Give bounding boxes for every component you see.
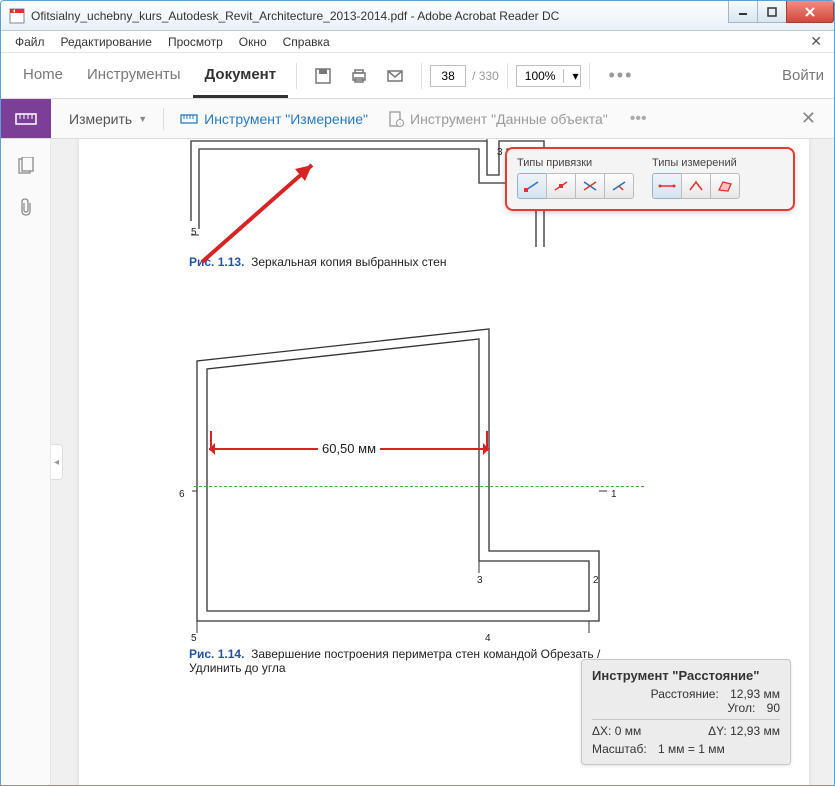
fig2-label-3: 3 (477, 575, 483, 586)
snap-perpendicular-button[interactable] (604, 173, 634, 199)
app-window: Ofitsialny_uchebny_kurs_Autodesk_Revit_A… (0, 0, 835, 786)
snap-endpoint-button[interactable] (517, 173, 547, 199)
menubar: Файл Редактирование Просмотр Окно Справк… (1, 31, 834, 53)
tool-category-icon[interactable] (1, 99, 51, 138)
zoom-dropdown[interactable]: 100% ▾ (516, 65, 582, 87)
mail-icon[interactable] (381, 62, 409, 90)
measure-group-label: Типы измерений (652, 157, 740, 169)
measurement-tool-button[interactable]: Инструмент "Измерение" (170, 111, 378, 127)
minimize-button[interactable] (728, 1, 758, 23)
snap-types-panel[interactable]: Типы привязки Типы измерений (505, 147, 795, 211)
svg-text:i: i (399, 121, 400, 127)
toolbar-divider (296, 63, 297, 89)
fig1-label-3: 3 (497, 147, 503, 158)
fig1-label-5: 5 (191, 227, 197, 238)
fig2-label-5: 5 (191, 633, 197, 644)
ruler-icon (180, 113, 198, 125)
chevron-down-icon: ▾ (563, 69, 580, 83)
toolbar-divider (507, 63, 508, 89)
snap-intersection-button[interactable] (575, 173, 605, 199)
snap-midpoint-button[interactable] (546, 173, 576, 199)
measure-distance-button[interactable] (652, 173, 682, 199)
menu-help[interactable]: Справка (275, 35, 338, 49)
info-title: Инструмент "Расстояние" (592, 668, 780, 683)
measurement-value: 60,50 мм (318, 441, 380, 456)
chevron-down-icon: ▼ (138, 114, 147, 124)
thumbnails-icon[interactable] (17, 157, 35, 180)
measure-subbar: Измерить ▼ Инструмент "Измерение" i Инст… (51, 99, 834, 138)
document-info-icon: i (388, 111, 404, 127)
measurement-annotation: 60,50 мм (209, 441, 489, 456)
object-data-tool-button[interactable]: i Инструмент "Данные объекта" (378, 111, 618, 127)
figure-1-14-drawing (189, 321, 609, 641)
pdf-app-icon (9, 8, 25, 24)
toolbar-divider (589, 63, 590, 89)
rail-collapse-handle[interactable]: ◂ (51, 444, 63, 480)
measure-dropdown[interactable]: Измерить ▼ (59, 111, 157, 127)
fig2-label-1: 1 (611, 489, 617, 500)
measure-toolbar: Измерить ▼ Инструмент "Измерение" i Инст… (1, 99, 834, 139)
fig2-label-2: 2 (593, 575, 599, 586)
tab-home[interactable]: Home (11, 53, 75, 98)
attachments-icon[interactable] (18, 198, 34, 221)
document-close-icon[interactable]: ✕ (804, 33, 828, 50)
main-toolbar: Home Инструменты Документ / 330 100% ▾ •… (1, 53, 834, 99)
snap-guide-line (194, 486, 644, 487)
snap-group-label: Типы привязки (517, 157, 634, 169)
fig2-label-6: 6 (179, 489, 185, 500)
figure-1-13-drawing (189, 139, 549, 247)
content-area: ◂ 3 2 5 Рис. 1.13. Зеркальная копия выбр… (1, 139, 834, 785)
measure-area-button[interactable] (710, 173, 740, 199)
measurement-info-box: Инструмент "Расстояние" Расстояние: 12,9… (581, 659, 791, 765)
maximize-button[interactable] (757, 1, 787, 23)
close-button[interactable] (786, 1, 834, 23)
window-title: Ofitsialny_uchebny_kurs_Autodesk_Revit_A… (31, 9, 729, 23)
left-nav-rail (1, 139, 51, 785)
print-icon[interactable] (345, 62, 373, 90)
measure-perimeter-button[interactable] (681, 173, 711, 199)
more-menu[interactable]: ••• (630, 110, 647, 128)
tab-tools[interactable]: Инструменты (75, 53, 193, 98)
zoom-value: 100% (517, 69, 564, 83)
page-number-input[interactable] (430, 65, 466, 87)
titlebar: Ofitsialny_uchebny_kurs_Autodesk_Revit_A… (1, 1, 834, 31)
login-link[interactable]: Войти (782, 67, 824, 84)
figure-1-14-caption: Рис. 1.14. Завершение построения перимет… (189, 647, 609, 675)
sub-divider (163, 108, 164, 130)
fig2-label-4: 4 (485, 633, 491, 644)
menu-edit[interactable]: Редактирование (53, 35, 160, 49)
save-icon[interactable] (309, 62, 337, 90)
menu-file[interactable]: Файл (7, 35, 53, 49)
figure-1-13-caption: Рис. 1.13. Зеркальная копия выбранных ст… (189, 255, 446, 269)
menu-view[interactable]: Просмотр (160, 35, 231, 49)
tab-document[interactable]: Документ (193, 53, 289, 98)
menu-window[interactable]: Окно (231, 35, 275, 49)
toolbar-divider (421, 63, 422, 89)
window-controls (729, 1, 834, 30)
page-total: / 330 (472, 69, 499, 83)
close-tool-icon[interactable]: ✕ (791, 108, 826, 129)
pdf-page: 3 2 5 Рис. 1.13. Зеркальная копия выбран… (79, 139, 809, 785)
document-viewport[interactable]: ◂ 3 2 5 Рис. 1.13. Зеркальная копия выбр… (51, 139, 834, 785)
more-menu[interactable]: ••• (608, 65, 633, 86)
